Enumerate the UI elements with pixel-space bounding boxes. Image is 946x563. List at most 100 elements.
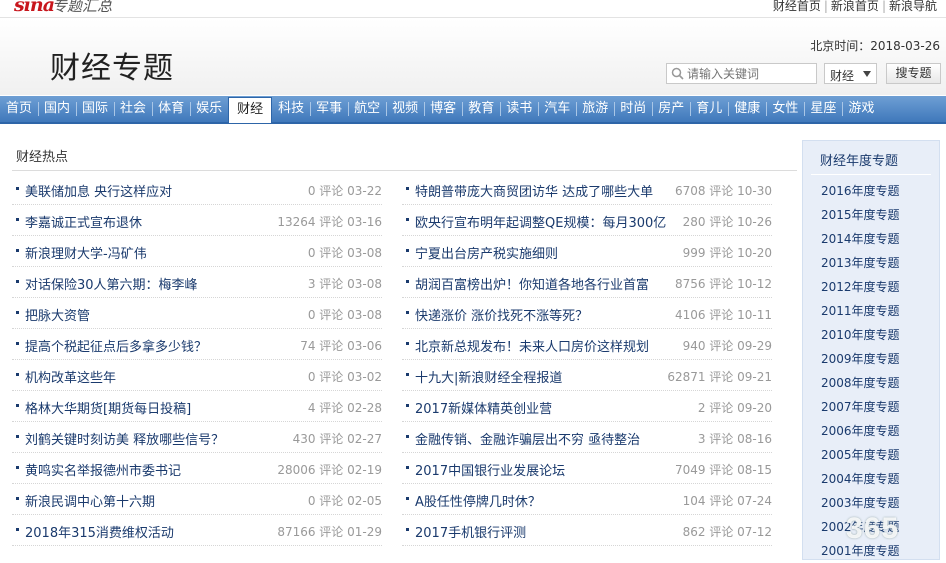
nav-item[interactable]: 科技 (272, 95, 310, 123)
bullet-icon (16, 187, 19, 190)
search-button[interactable]: 搜专题 (886, 63, 941, 84)
nav-item[interactable]: 时尚 (614, 95, 652, 123)
top-link-sina-home[interactable]: 新浪首页 (828, 0, 882, 13)
topic-link[interactable]: 十九大|新浪财经全程报道 (415, 367, 562, 386)
bullet-icon (16, 497, 19, 500)
nav-item[interactable]: 女性 (766, 95, 804, 123)
nav-item[interactable]: 国内 (38, 95, 76, 123)
annual-topic-link[interactable]: 2016年度专题 (821, 179, 900, 203)
nav-item[interactable]: 教育 (462, 95, 500, 123)
annual-topic-link[interactable]: 2006年度专题 (821, 419, 900, 443)
comment-count-date: 0 评论 03-22 (307, 184, 382, 198)
bullet-icon (16, 218, 19, 221)
topic-link[interactable]: 把脉大资管 (25, 305, 90, 324)
nav-item[interactable]: 博客 (424, 95, 462, 123)
topic-link[interactable]: 美联储加息 央行这样应对 (25, 181, 172, 200)
nav-item[interactable]: 军事 (310, 95, 348, 123)
annual-topic-link[interactable]: 2015年度专题 (821, 203, 900, 227)
header-band: 财经专题 北京时间：2018-03-26 财经 搜专题 (0, 19, 946, 95)
nav-item[interactable]: 首页 (0, 95, 38, 123)
topic-link[interactable]: 格林大华期货[期货每日投稿] (25, 398, 191, 417)
nav-item[interactable]: 娱乐 (190, 95, 228, 123)
top-bar: sina 专题汇总 财经首页 | 新浪首页 | 新浪导航 (0, 0, 946, 18)
annual-topic-link[interactable]: 2013年度专题 (821, 251, 900, 275)
comment-count-date: 13264 评论 03-16 (277, 215, 382, 229)
nav-item[interactable]: 汽车 (538, 95, 576, 123)
annual-topic-link[interactable]: 2007年度专题 (821, 395, 900, 419)
nav-item[interactable]: 财经 (228, 96, 273, 123)
topic-link[interactable]: 2017新媒体精英创业营 (415, 398, 552, 417)
list-item: 北京新总规发布！未来人口房价这样规划 940 评论 09-29 (402, 329, 772, 360)
sina-logo[interactable]: sina (14, 0, 55, 16)
nav-item[interactable]: 育儿 (690, 95, 728, 123)
nav-item[interactable]: 国际 (76, 95, 114, 123)
nav-item[interactable]: 游戏 (842, 95, 880, 123)
list-item: 美联储加息 央行这样应对 0 评论 03-22 (12, 174, 382, 205)
bullet-icon (406, 280, 409, 283)
nav-item[interactable]: 航空 (348, 95, 386, 123)
logo-subtitle[interactable]: 专题汇总 (52, 0, 112, 16)
topic-link[interactable]: 北京新总规发布！未来人口房价这样规划 (415, 336, 649, 355)
nav-item[interactable]: 读书 (500, 95, 538, 123)
comment-count-date: 28006 评论 02-19 (277, 463, 382, 477)
bullet-icon (406, 466, 409, 469)
list-item: 宁夏出台房产税实施细则 999 评论 10-20 (402, 236, 772, 267)
topic-link[interactable]: 对话保险30人第六期：梅李峰 (25, 274, 198, 293)
bullet-icon (406, 435, 409, 438)
topic-link[interactable]: 黄鸣实名举报德州市委书记 (25, 460, 181, 479)
nav-item[interactable]: 星座 (804, 95, 842, 123)
annual-topic-link[interactable]: 2004年度专题 (821, 467, 900, 491)
list-item: 2018年315消费维权活动 87166 评论 01-29 (12, 515, 382, 546)
annual-topic-link[interactable]: 2010年度专题 (821, 323, 900, 347)
topic-link[interactable]: 2017中国银行业发展论坛 (415, 460, 565, 479)
bullet-icon (406, 528, 409, 531)
topic-link[interactable]: 金融传销、金融诈骗层出不穷 亟待整治 (415, 429, 640, 448)
topic-link[interactable]: 2017手机银行评测 (415, 522, 526, 541)
topic-link[interactable]: 宁夏出台房产税实施细则 (415, 243, 558, 262)
bullet-icon (16, 311, 19, 314)
nav-item[interactable]: 体育 (152, 95, 190, 123)
top-link-sina-nav[interactable]: 新浪导航 (886, 0, 940, 13)
top-links: 财经首页 | 新浪首页 | 新浪导航 (770, 0, 940, 14)
annual-topic-link[interactable]: 2012年度专题 (821, 275, 900, 299)
bullet-icon (16, 249, 19, 252)
topic-link[interactable]: 提高个税起征点后多拿多少钱？ (25, 336, 207, 355)
annual-topic-link[interactable]: 2008年度专题 (821, 371, 900, 395)
channel-nav: 首页 国内 国际 社会 体育 娱乐 财经 科技 军事 航空 视频 博客 教育 读书 汽车 旅游 时尚 房产 育儿 健康… (0, 96, 946, 124)
hot-list-right: 特朗普带庞大商贸团访华 达成了哪些大单 6708 评论 10-30 欧央行宣布明年起… (402, 174, 772, 546)
search-field[interactable] (666, 63, 817, 84)
list-item: 胡润百富榜出炉！你知道各地各行业首富 8756 评论 10-12 (402, 267, 772, 298)
topic-link[interactable]: 胡润百富榜出炉！你知道各地各行业首富 (415, 274, 649, 293)
nav-item[interactable]: 旅游 (576, 95, 614, 123)
topic-link[interactable]: 特朗普带庞大商贸团访华 达成了哪些大单 (415, 181, 653, 200)
annual-topic-link[interactable]: 2011年度专题 (821, 299, 900, 323)
category-select[interactable]: 财经 (824, 63, 877, 84)
list-item: 机构改革这些年 0 评论 03-02 (12, 360, 382, 391)
nav-item[interactable]: 健康 (728, 95, 766, 123)
topic-link[interactable]: 快递涨价 涨价找死不涨等死？ (415, 305, 588, 324)
list-item: 格林大华期货[期货每日投稿] 4 评论 02-28 (12, 391, 382, 422)
comment-count-date: 7049 评论 08-15 (674, 463, 772, 477)
topic-link[interactable]: 机构改革这些年 (25, 367, 116, 386)
divider (12, 170, 797, 171)
topic-link[interactable]: 李嘉诚正式宣布退休 (25, 212, 142, 231)
nav-item[interactable]: 房产 (652, 95, 690, 123)
top-link-finance-home[interactable]: 财经首页 (770, 0, 824, 13)
search-input[interactable] (687, 65, 813, 82)
topic-link[interactable]: A股任性停牌几时休？ (415, 491, 541, 510)
topic-link[interactable]: 新浪民调中心第十六期 (25, 491, 155, 510)
list-item: 快递涨价 涨价找死不涨等死？ 4106 评论 10-11 (402, 298, 772, 329)
topic-link[interactable]: 新浪理财大学-冯矿伟 (25, 243, 147, 262)
annual-topic-link[interactable]: 2014年度专题 (821, 227, 900, 251)
annual-topic-link[interactable]: 2005年度专题 (821, 443, 900, 467)
nav-item[interactable]: 社会 (114, 95, 152, 123)
topic-link[interactable]: 2018年315消费维权活动 (25, 522, 174, 541)
topic-link[interactable]: 刘鹤关键时刻访美 释放哪些信号？ (25, 429, 224, 448)
annual-topic-link[interactable]: 2009年度专题 (821, 347, 900, 371)
list-item: 2017新媒体精英创业营 2 评论 09-20 (402, 391, 772, 422)
list-item: 2017中国银行业发展论坛 7049 评论 08-15 (402, 453, 772, 484)
nav-item[interactable]: 视频 (386, 95, 424, 123)
list-item: 新浪理财大学-冯矿伟 0 评论 03-08 (12, 236, 382, 267)
topic-link[interactable]: 欧央行宣布明年起调整QE规模：每月300亿 (415, 212, 666, 231)
list-item: 李嘉诚正式宣布退休 13264 评论 03-16 (12, 205, 382, 236)
